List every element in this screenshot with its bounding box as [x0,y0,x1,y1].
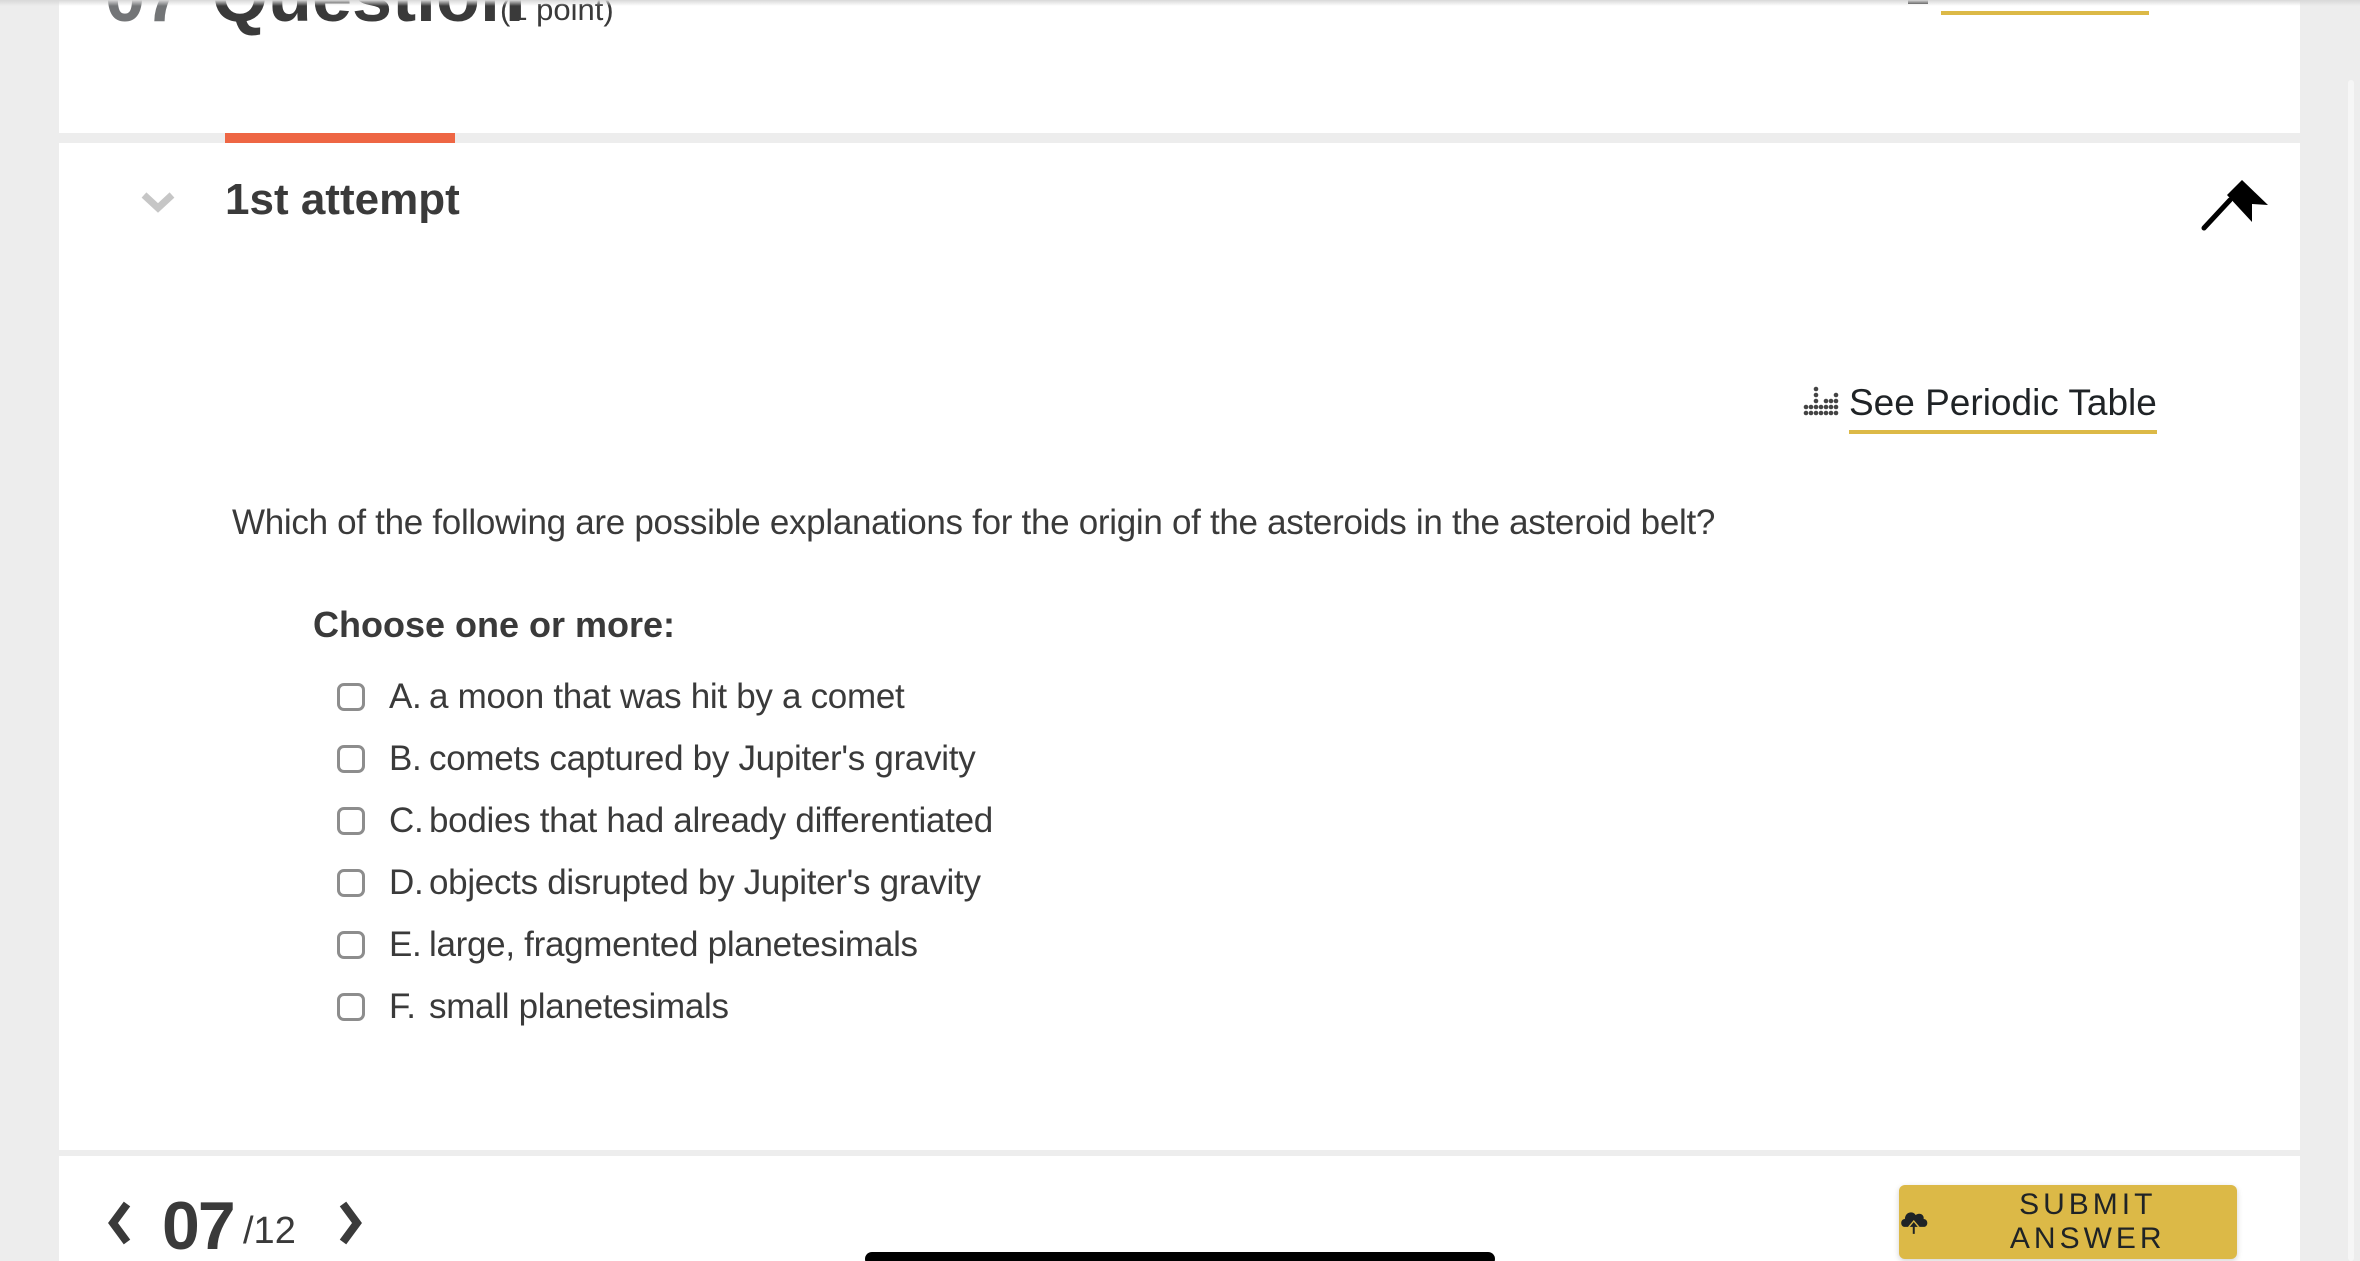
total-questions: /12 [243,1210,296,1252]
option-text: A. a moon that was hit by a comet [389,677,905,717]
periodic-table-label: See Periodic Table [1849,382,2157,434]
answer-option-f[interactable]: F. small planetesimals [337,976,993,1038]
chevron-right-icon[interactable] [335,1200,365,1246]
option-label: a moon that was hit by a comet [429,677,905,716]
flag-icon[interactable] [2200,178,2272,232]
option-letter: E. [389,925,422,964]
option-label: large, fragmented planetesimals [429,925,918,964]
option-label: small planetesimals [429,987,729,1026]
checkbox[interactable] [337,807,365,835]
option-text: F. small planetesimals [389,987,729,1027]
answer-option-c[interactable]: C. bodies that had already differentiated [337,790,993,852]
periodic-table-icon [1803,386,1839,416]
option-text: E. large, fragmented planetesimals [389,925,918,965]
option-label: comets captured by Jupiter's gravity [429,739,976,778]
option-text: B. comets captured by Jupiter's gravity [389,739,976,779]
checkbox[interactable] [337,683,365,711]
instruction-label: Choose one or more: [313,604,676,645]
option-letter: B. [389,739,422,778]
top-shadow [0,0,2360,6]
submit-answer-label: SUBMIT ANSWER [2009,1188,2166,1255]
checkbox[interactable] [337,869,365,897]
cloud-upload-icon [1901,1212,1928,1235]
checkbox[interactable] [337,993,365,1021]
answer-option-b[interactable]: B. comets captured by Jupiter's gravity [337,728,993,790]
option-label: bodies that had already differentiated [429,801,993,840]
answer-options: A. a moon that was hit by a comet B. comet… [337,666,993,1038]
question-text: Which of the following are possible expl… [232,503,1716,542]
answer-option-a[interactable]: A. a moon that was hit by a comet [337,666,993,728]
chevron-left-icon[interactable] [105,1200,135,1246]
option-letter: F. [389,987,416,1026]
submit-answer-button[interactable]: SUBMIT ANSWER [1899,1185,2237,1259]
current-question-number: 07 [162,1188,236,1261]
top-right-link[interactable] [1941,11,2149,15]
attempt-title: 1st attempt [225,175,460,224]
answer-option-d[interactable]: D. objects disrupted by Jupiter's gravity [337,852,993,914]
chevron-down-icon[interactable] [140,190,176,214]
option-letter: D. [389,863,424,902]
scrollbar[interactable] [2348,80,2354,1261]
option-text: C. bodies that had already differentiated [389,801,993,841]
option-letter: C. [389,801,424,840]
option-text: D. objects disrupted by Jupiter's gravity [389,863,981,903]
answer-option-e[interactable]: E. large, fragmented planetesimals [337,914,993,976]
option-label: objects disrupted by Jupiter's gravity [429,863,981,902]
checkbox[interactable] [337,931,365,959]
page: 07 Question (1 point) 1st attempt See Pe… [0,0,2360,1261]
home-indicator [865,1252,1495,1261]
option-letter: A. [389,677,422,716]
tab-1st-attempt-indicator[interactable] [225,133,455,143]
see-periodic-table-link[interactable]: See Periodic Table [1803,372,2157,434]
checkbox[interactable] [337,745,365,773]
